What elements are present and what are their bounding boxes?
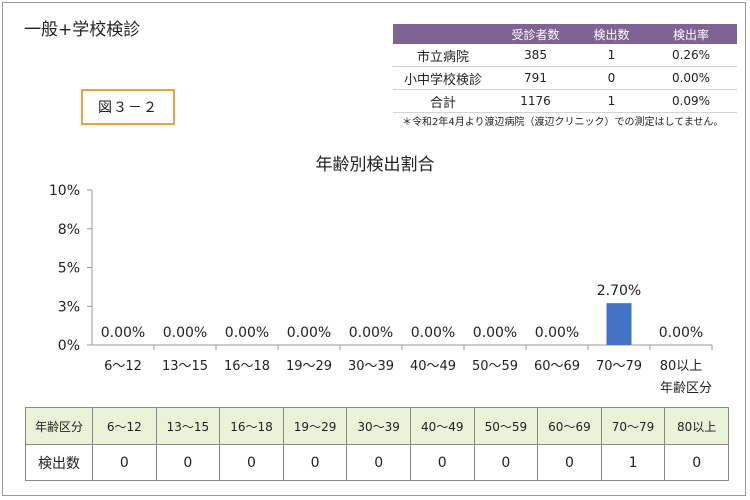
age-count-cell: 0 — [346, 444, 411, 481]
bar-chart: 0% 3% 5% 8% 10% 0.00% 6～12 0.00% 13～15 0.00% 16～18… — [49, 183, 713, 396]
x-tick-label: 70～79 — [596, 359, 642, 374]
bar-value-label: 0.00% — [535, 325, 579, 341]
age-count-cell: 0 — [92, 444, 157, 481]
age-count-cell: 0 — [537, 444, 602, 481]
age-header-row: 年齢区分 6～12 13～15 16～18 19～29 30～39 40～49 50～59 6… — [25, 407, 729, 445]
bar-value-label: 0.00% — [163, 325, 207, 341]
age-count-table: 年齢区分 6～12 13～15 16～18 19～29 30～39 40～49 50～59 6… — [25, 407, 729, 481]
age-group-cell: 30～39 — [346, 407, 411, 445]
x-tick-label: 50～59 — [472, 359, 518, 374]
age-group-cell: 40～49 — [409, 407, 475, 445]
age-group-cell: 70～79 — [600, 407, 666, 445]
bar-value-label: 0.00% — [411, 325, 455, 341]
age-group-cell: 50～59 — [473, 407, 539, 445]
bar-value-label: 0.00% — [225, 325, 269, 341]
y-tick-label: 0% — [58, 338, 80, 354]
age-count-cell: 0 — [282, 444, 348, 481]
x-tick-label: 19～29 — [286, 359, 332, 374]
x-tick-label: 6～12 — [104, 359, 142, 374]
age-group-cell: 60～69 — [537, 407, 602, 445]
x-tick-label: 16～18 — [224, 359, 270, 374]
x-tick-label: 80以上 — [660, 359, 703, 374]
bar-value-label: 0.00% — [473, 325, 517, 341]
bar-value-label: 0.00% — [101, 325, 145, 341]
x-tick-label: 30～39 — [348, 359, 394, 374]
bar-value-label: 0.00% — [659, 325, 703, 341]
age-count-cell: 1 — [600, 444, 666, 481]
age-group-cell: 13～15 — [155, 407, 221, 445]
age-count-cell: 0 — [155, 444, 221, 481]
age-count-cell: 0 — [409, 444, 475, 481]
bar-value-label: 0.00% — [287, 325, 331, 341]
age-count-label: 検出数 — [25, 444, 93, 481]
bar — [606, 303, 632, 345]
age-count-cell: 0 — [664, 444, 729, 481]
y-tick-label: 5% — [58, 261, 80, 277]
y-tick-label: 10% — [49, 183, 80, 199]
age-group-cell: 19～29 — [282, 407, 348, 445]
x-tick-label: 60～69 — [534, 359, 580, 374]
bar-value-label: 2.70% — [597, 283, 641, 299]
x-tick-label: 40～49 — [410, 359, 456, 374]
age-group-cell: 6～12 — [92, 407, 157, 445]
bar-value-label: 0.00% — [349, 325, 393, 341]
age-count-cell: 0 — [473, 444, 539, 481]
y-tick-label: 8% — [58, 222, 80, 238]
age-count-row: 検出数 0000000010 — [25, 444, 729, 481]
x-axis-title: 年齢区分 — [660, 381, 712, 396]
x-tick-label: 13～15 — [162, 359, 208, 374]
age-group-cell: 80以上 — [664, 407, 729, 445]
age-count-cell: 0 — [219, 444, 284, 481]
age-header-label: 年齢区分 — [25, 407, 93, 445]
age-group-cell: 16～18 — [219, 407, 284, 445]
y-tick-label: 3% — [58, 299, 80, 315]
